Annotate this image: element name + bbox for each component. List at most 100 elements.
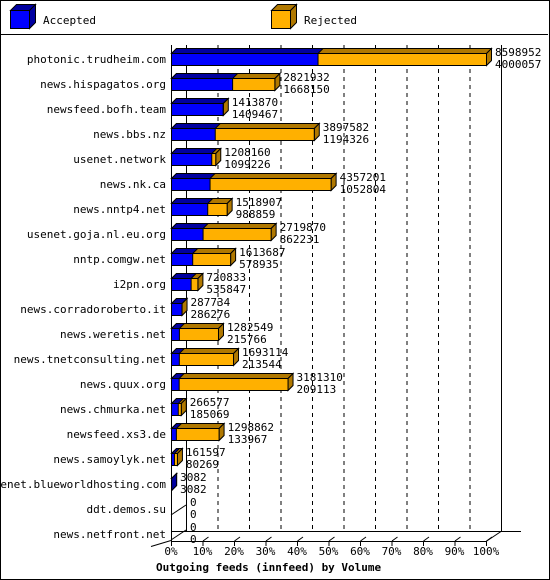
- category-label: usenet.network: [73, 153, 166, 166]
- value-label-accepted: 1668150: [283, 83, 329, 96]
- category-label: ddt.demos.su: [87, 503, 166, 516]
- bar-row: [170, 47, 493, 67]
- value-label-accepted: 286276: [191, 308, 231, 321]
- bar-accepted-side: [171, 472, 178, 492]
- bar-accepted-front: [171, 303, 183, 316]
- bar-accepted-top: [170, 273, 198, 279]
- category-label: news.samoylyk.net: [53, 453, 166, 466]
- bar-accepted-front: [171, 353, 180, 366]
- value-label-accepted: 213544: [242, 358, 282, 371]
- chart-title: Outgoing feeds (innfeed) by Volume: [156, 561, 382, 574]
- bar-accepted-front: [171, 103, 224, 116]
- category-label: news.corradoroberto.it: [20, 303, 166, 316]
- bar-accepted-top: [170, 198, 214, 204]
- legend-rejected-cube-front: [271, 10, 291, 29]
- x-tick-label: 60%: [350, 545, 370, 558]
- bar-accepted-front: [171, 428, 177, 441]
- value-label-accepted: 535847: [206, 283, 246, 296]
- value-label-accepted: 215766: [227, 333, 267, 346]
- x-tick-depth: [202, 536, 209, 542]
- x-tick-label: 100%: [473, 545, 500, 558]
- bar-accepted-front: [171, 253, 194, 266]
- bar-accepted-top: [170, 248, 199, 254]
- value-label-accepted: 1409467: [232, 108, 278, 121]
- bar-accepted-top: [170, 173, 217, 179]
- category-label: i2pn.org: [113, 278, 166, 291]
- legend-accepted-cube-front: [10, 10, 30, 29]
- chart-svg: Accepted Rejected photonic.trudheim.com n…: [0, 3, 541, 574]
- bar-row: [170, 472, 178, 492]
- bar-rejected-front: [171, 378, 289, 391]
- bar-accepted-front: [171, 128, 216, 141]
- x-tick-labels: 0% 10% 20% 30% 40% 50% 60% 70% 80% 90% 100%: [164, 536, 500, 558]
- bar-accepted-front: [171, 203, 209, 216]
- legend-accepted-label: Accepted: [43, 14, 96, 27]
- category-label: nntp.comgw.net: [73, 253, 166, 266]
- bar-zero: [170, 504, 187, 516]
- bar-accepted-top: [170, 123, 222, 129]
- x-tick-label: 20%: [224, 545, 244, 558]
- value-label-accepted: 1052804: [340, 183, 387, 196]
- value-label-accepted: 3082: [180, 483, 207, 496]
- x-tick-depth: [328, 536, 335, 542]
- bar-rejected-front: [171, 353, 235, 366]
- x-tick-label: 10%: [193, 545, 213, 558]
- bar-accepted-top: [170, 73, 239, 79]
- bar-row: [170, 97, 230, 117]
- bar-row: [170, 222, 278, 242]
- x-tick-label: 70%: [382, 545, 402, 558]
- bar-row: [170, 72, 282, 92]
- bar-rejected-front: [171, 428, 220, 441]
- bar-accepted-top: [170, 148, 218, 154]
- bar-row: [170, 297, 189, 317]
- category-label: usenet.blueworldhosting.com: [0, 478, 166, 491]
- bar-row: [170, 372, 295, 392]
- category-labels: photonic.trudheim.com news.hispagatos.org…: [0, 53, 166, 541]
- bar-accepted-front: [171, 153, 213, 166]
- bar-row: [170, 397, 188, 417]
- value-label-accepted: 578935: [239, 258, 279, 271]
- x-tick-depth: [486, 536, 493, 542]
- category-label: news.nk.ca: [100, 178, 166, 191]
- x-tick-depth: [360, 536, 367, 542]
- x-tick-depth: [297, 536, 304, 542]
- value-label-accepted: 4000057: [495, 58, 541, 71]
- x-tick-label: 0%: [164, 545, 178, 558]
- bar-accepted-front: [171, 328, 180, 341]
- bar-row: [170, 122, 321, 142]
- x-tick-depth: [265, 536, 272, 542]
- value-label-accepted: 80269: [186, 458, 219, 471]
- bar-accepted-top: [170, 223, 210, 229]
- category-label: photonic.trudheim.com: [27, 53, 166, 66]
- value-label-accepted: 185069: [190, 408, 230, 421]
- bar-row: [170, 422, 226, 442]
- category-label: news.chmurka.net: [60, 403, 166, 416]
- bar-row: [170, 147, 222, 167]
- bar-accepted-top: [170, 98, 230, 104]
- category-label: news.netfront.net: [53, 528, 166, 541]
- x-tick-depth: [423, 536, 430, 542]
- x-tick-label: 30%: [256, 545, 276, 558]
- legend: Accepted Rejected: [9, 3, 357, 30]
- bar-row: [170, 172, 338, 192]
- category-label: newsfeed.xs3.de: [67, 428, 166, 441]
- category-label: news.hispagatos.org: [40, 78, 166, 91]
- x-tick-label: 40%: [287, 545, 307, 558]
- bar-accepted-top: [170, 48, 325, 54]
- category-label: news.weretis.net: [60, 328, 166, 341]
- x-tick-label: 50%: [319, 545, 339, 558]
- category-label: news.nntp4.net: [73, 203, 166, 216]
- x-tick-depth: [234, 536, 241, 542]
- bar-accepted-front: [171, 53, 319, 66]
- x-tick-depth: [454, 536, 461, 542]
- category-label: news.quux.org: [80, 378, 166, 391]
- bar-accepted-front: [171, 278, 192, 291]
- bar-accepted-front: [171, 453, 175, 466]
- bar-rejected-top: [170, 373, 295, 379]
- bar-accepted-front: [171, 403, 179, 416]
- bar-row: [170, 504, 187, 516]
- category-label: newsfeed.bofh.team: [47, 103, 167, 116]
- bar-row: [170, 197, 234, 217]
- category-label: news.bbs.nz: [93, 128, 166, 141]
- bar-row: [170, 347, 240, 367]
